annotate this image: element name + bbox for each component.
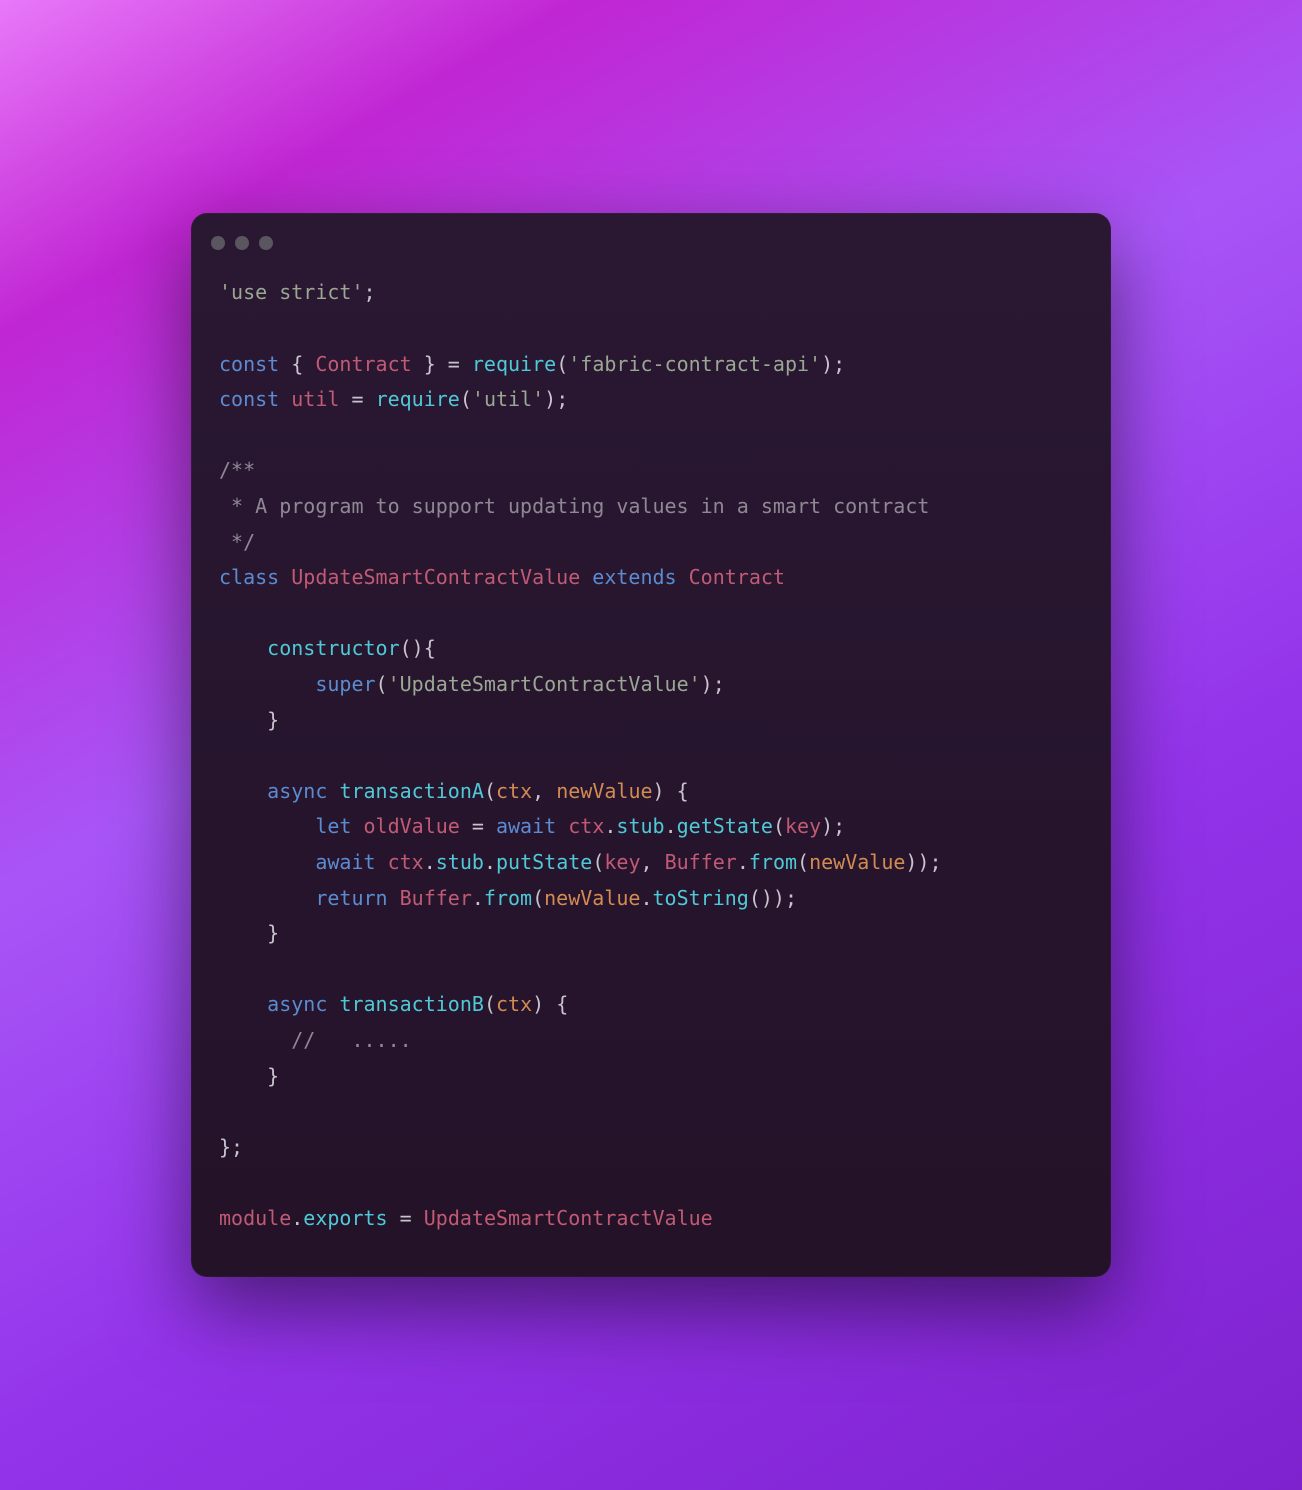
code-block: 'use strict'; const { Contract } = requi… bbox=[191, 257, 1111, 1246]
code-text: async bbox=[267, 992, 327, 1016]
code-text: UpdateSmartContractValue bbox=[291, 565, 580, 589]
code-text: await bbox=[496, 814, 556, 838]
code-text: async bbox=[267, 779, 327, 803]
code-text: newValue bbox=[544, 886, 640, 910]
code-text: from bbox=[749, 850, 797, 874]
code-text: UpdateSmartContractValue bbox=[424, 1206, 713, 1230]
code-comment: */ bbox=[219, 530, 255, 554]
code-text: from bbox=[484, 886, 532, 910]
code-text: oldValue bbox=[364, 814, 460, 838]
code-text: module bbox=[219, 1206, 291, 1230]
window-control-minimize[interactable] bbox=[235, 236, 249, 250]
code-text: newValue bbox=[556, 779, 652, 803]
code-text: Contract bbox=[315, 352, 411, 376]
code-text: ctx bbox=[388, 850, 424, 874]
code-text: Contract bbox=[689, 565, 785, 589]
code-text: 'use strict' bbox=[219, 280, 364, 304]
window-control-close[interactable] bbox=[211, 236, 225, 250]
code-text: ctx bbox=[496, 992, 532, 1016]
code-text: 'UpdateSmartContractValue' bbox=[388, 672, 701, 696]
code-text: key bbox=[604, 850, 640, 874]
code-text: transactionA bbox=[339, 779, 484, 803]
code-text: transactionB bbox=[339, 992, 484, 1016]
code-text: 'fabric-contract-api' bbox=[568, 352, 821, 376]
code-text: newValue bbox=[809, 850, 905, 874]
code-text: key bbox=[785, 814, 821, 838]
code-text: super bbox=[315, 672, 375, 696]
code-text: class bbox=[219, 565, 279, 589]
code-text: let bbox=[315, 814, 351, 838]
code-text: await bbox=[315, 850, 375, 874]
code-text: require bbox=[472, 352, 556, 376]
code-text: extends bbox=[592, 565, 676, 589]
code-text: Buffer bbox=[665, 850, 737, 874]
code-window: 'use strict'; const { Contract } = requi… bbox=[191, 213, 1111, 1276]
code-text: require bbox=[376, 387, 460, 411]
code-text: util bbox=[291, 387, 339, 411]
code-text: return bbox=[315, 886, 387, 910]
code-text: constructor bbox=[267, 636, 399, 660]
code-text: getState bbox=[677, 814, 773, 838]
window-titlebar bbox=[191, 213, 1111, 257]
code-text: const bbox=[219, 352, 279, 376]
code-comment: /** bbox=[219, 458, 255, 482]
window-control-maximize[interactable] bbox=[259, 236, 273, 250]
code-text: stub bbox=[616, 814, 664, 838]
code-text: exports bbox=[303, 1206, 387, 1230]
code-text: 'util' bbox=[472, 387, 544, 411]
code-comment: * A program to support updating values i… bbox=[219, 494, 929, 518]
code-text: ctx bbox=[568, 814, 604, 838]
code-text: putState bbox=[496, 850, 592, 874]
code-text: toString bbox=[653, 886, 749, 910]
code-text: ctx bbox=[496, 779, 532, 803]
code-text: const bbox=[219, 387, 279, 411]
code-text: Buffer bbox=[400, 886, 472, 910]
code-comment: // ..... bbox=[291, 1028, 411, 1052]
code-text: stub bbox=[436, 850, 484, 874]
